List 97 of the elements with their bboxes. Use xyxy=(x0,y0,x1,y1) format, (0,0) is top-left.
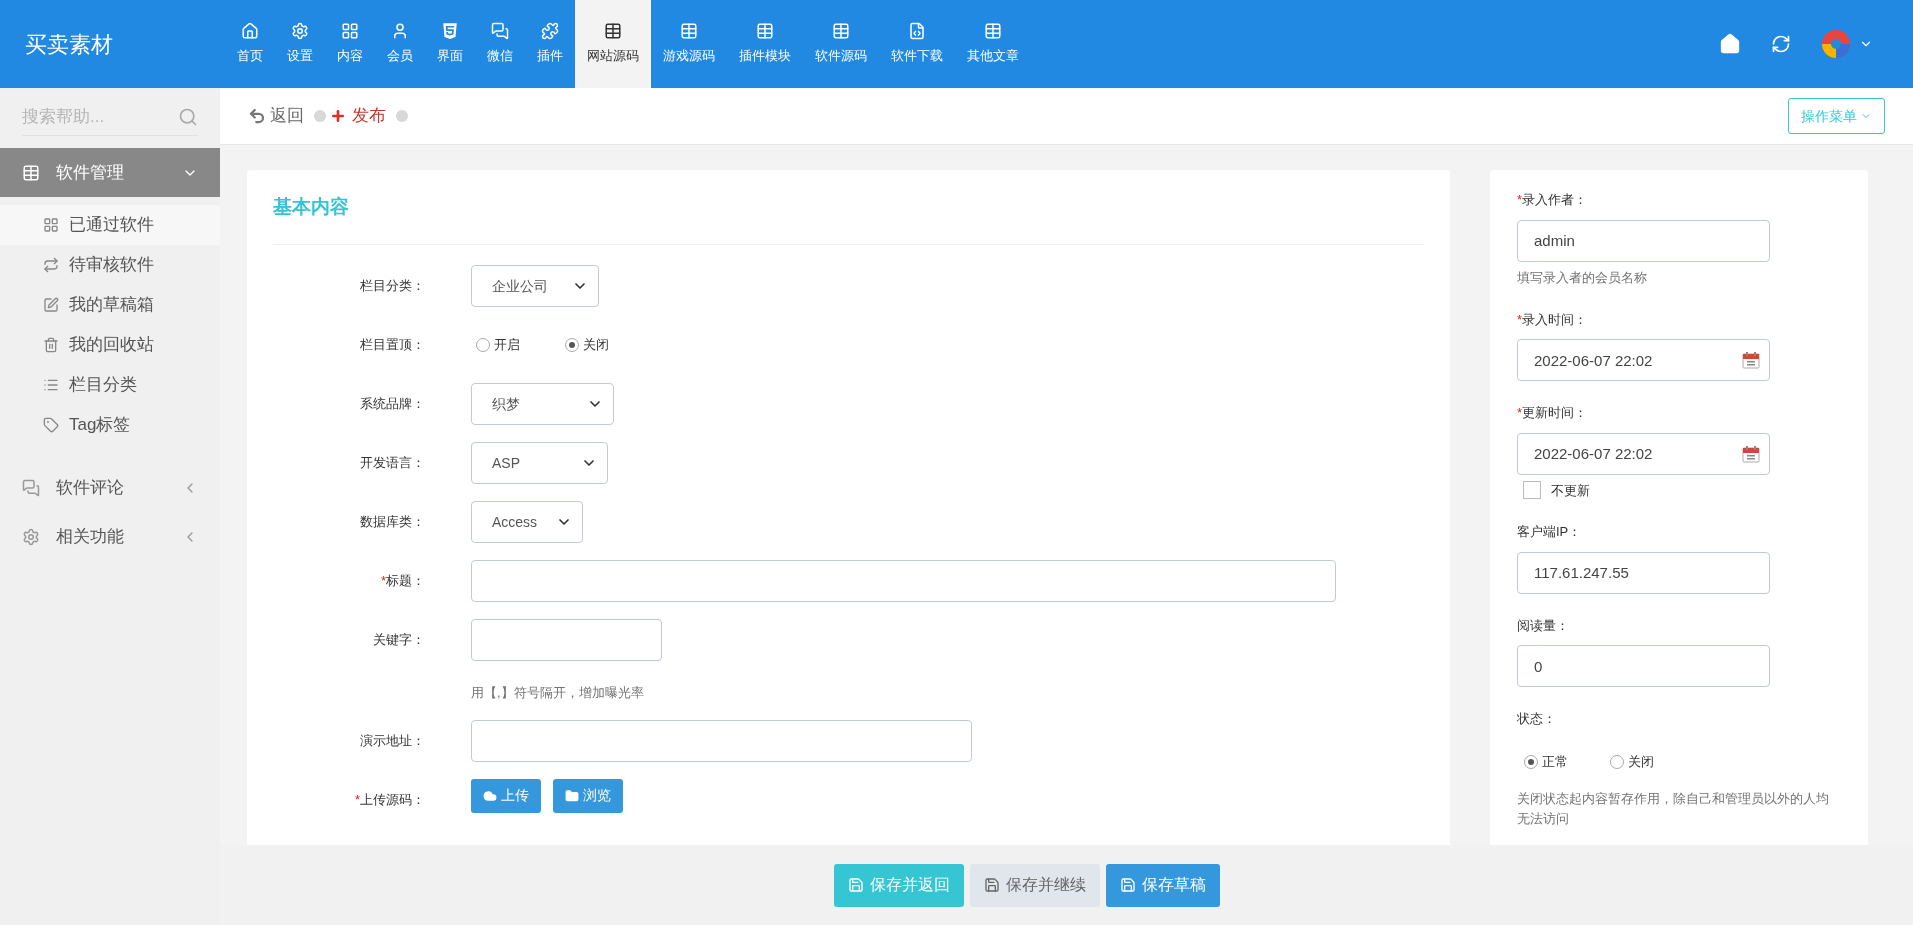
calendar-icon xyxy=(1742,351,1760,369)
nav-tab[interactable]: 界面 xyxy=(425,0,475,88)
chat-icon xyxy=(491,22,509,41)
sidebar-item[interactable]: 栏目分类 xyxy=(0,365,220,405)
help-text: 填写录入者的会员名称 xyxy=(1517,268,1648,287)
trash-icon xyxy=(43,337,59,353)
nav-tab[interactable]: 软件源码 xyxy=(803,0,879,88)
sidebar-group[interactable]: 软件管理 xyxy=(0,148,220,197)
refresh-icon[interactable] xyxy=(1771,34,1791,54)
puzzle-icon xyxy=(541,22,559,41)
brand-title: 买卖素材 xyxy=(25,30,113,59)
field-label: 栏目置顶： xyxy=(360,336,425,355)
field-label: *录入作者： xyxy=(1517,191,1589,209)
nav-tab[interactable]: 设置 xyxy=(275,0,325,88)
field-label: 系统品牌： xyxy=(360,395,425,414)
sidebar-group[interactable]: 相关功能 xyxy=(0,512,220,561)
home-icon xyxy=(241,22,259,41)
field-label: 关键字： xyxy=(373,631,425,650)
edit-icon xyxy=(43,297,59,313)
table-icon xyxy=(984,22,1002,41)
home-icon[interactable] xyxy=(1719,33,1741,55)
text-field[interactable]: 117.61.247.55 xyxy=(1517,551,1770,594)
checkbox-option[interactable]: 不更新 xyxy=(1523,480,1841,500)
field-label: *更新时间： xyxy=(1517,404,1589,422)
search-icon xyxy=(178,106,198,127)
help-text: 关闭状态起内容暂存作用，除自己和管理员以外的人均无法访问 xyxy=(1517,789,1830,828)
nav-tab[interactable]: 微信 xyxy=(475,0,525,88)
calendar-icon xyxy=(1742,444,1760,463)
help-text: 用【,】符号隔开，增加曝光率 xyxy=(471,684,645,702)
field-label: 阅读量： xyxy=(1517,616,1570,635)
radio-option[interactable]: 关闭 xyxy=(565,335,609,355)
table-icon xyxy=(832,22,850,41)
grid-icon xyxy=(341,22,359,41)
date-field[interactable]: 2022-06-07 22:02 xyxy=(1517,432,1770,475)
plus-icon xyxy=(330,108,346,124)
table-icon xyxy=(22,163,40,182)
field-label: 演示地址： xyxy=(360,731,425,750)
nav-tab[interactable]: 插件 xyxy=(525,0,575,88)
text-field[interactable] xyxy=(471,560,1336,602)
sidebar-item[interactable]: Tag标签 xyxy=(0,405,220,445)
nav-tab[interactable]: 网站源码 xyxy=(575,0,651,88)
chat-icon xyxy=(22,478,40,497)
repeat-icon xyxy=(43,257,59,273)
text-field[interactable] xyxy=(471,619,662,661)
sidebar-item[interactable]: 已通过软件 xyxy=(0,205,220,245)
select-field[interactable]: ASP xyxy=(471,442,608,484)
save-icon xyxy=(983,877,1000,893)
list-icon xyxy=(43,377,59,393)
sidebar-item[interactable]: 待审核软件 xyxy=(0,245,220,285)
field-label: 栏目分类： xyxy=(360,277,425,296)
field-label: 客户端IP： xyxy=(1517,523,1583,541)
publish-link[interactable]: 发布 xyxy=(330,103,386,129)
text-field[interactable]: admin xyxy=(1517,219,1770,262)
text-field[interactable] xyxy=(471,719,972,762)
file-code-icon xyxy=(908,22,926,41)
cloud-icon xyxy=(483,788,497,803)
nav-tab[interactable]: 内容 xyxy=(325,0,375,88)
gear-icon xyxy=(291,22,309,41)
select-field[interactable]: 织梦 xyxy=(471,383,614,425)
field-label: 数据库类： xyxy=(360,513,425,532)
table-icon xyxy=(604,22,622,41)
sidebar-item[interactable]: 我的回收站 xyxy=(0,325,220,365)
save-icon xyxy=(847,877,864,893)
gear-icon xyxy=(22,527,40,546)
nav-tab[interactable]: 游戏源码 xyxy=(651,0,727,88)
select-field[interactable]: Access xyxy=(471,501,583,543)
radio-option[interactable]: 正常 xyxy=(1524,751,1568,772)
text-field[interactable]: 0 xyxy=(1517,645,1770,687)
date-field[interactable]: 2022-06-07 22:02 xyxy=(1517,339,1770,381)
radio-option[interactable]: 关闭 xyxy=(1610,751,1654,772)
folder-icon xyxy=(565,788,579,803)
table-icon xyxy=(756,22,774,41)
back-icon xyxy=(248,107,266,125)
tag-icon xyxy=(43,417,59,433)
field-label: 开发语言： xyxy=(360,454,425,473)
back-link[interactable]: 返回 xyxy=(248,103,304,129)
radio-option[interactable]: 开启 xyxy=(476,335,520,355)
nav-tab[interactable]: 首页 xyxy=(225,0,275,88)
select-field[interactable]: 企业公司 xyxy=(471,265,599,307)
nav-tab[interactable]: 插件模块 xyxy=(727,0,803,88)
sidebar-group[interactable]: 软件评论 xyxy=(0,463,220,512)
html5-icon xyxy=(441,22,459,41)
user-icon xyxy=(391,22,409,41)
section-title: 基本内容 xyxy=(273,194,349,219)
field-label: 状态： xyxy=(1517,710,1557,728)
nav-tab[interactable]: 其他文章 xyxy=(955,0,1031,88)
field-label: *上传源码： xyxy=(354,790,425,809)
field-label: *标题： xyxy=(380,572,425,591)
nav-tab[interactable]: 会员 xyxy=(375,0,425,88)
nav-tab[interactable]: 软件下载 xyxy=(879,0,955,88)
avatar-icon[interactable] xyxy=(1821,29,1851,59)
save-icon xyxy=(1119,877,1136,893)
grid-icon xyxy=(43,217,59,233)
field-label: *录入时间： xyxy=(1517,310,1589,329)
sidebar-item[interactable]: 我的草稿箱 xyxy=(0,285,220,325)
save-button[interactable]: 保存并继续 xyxy=(969,863,1100,907)
table-icon xyxy=(680,22,698,41)
